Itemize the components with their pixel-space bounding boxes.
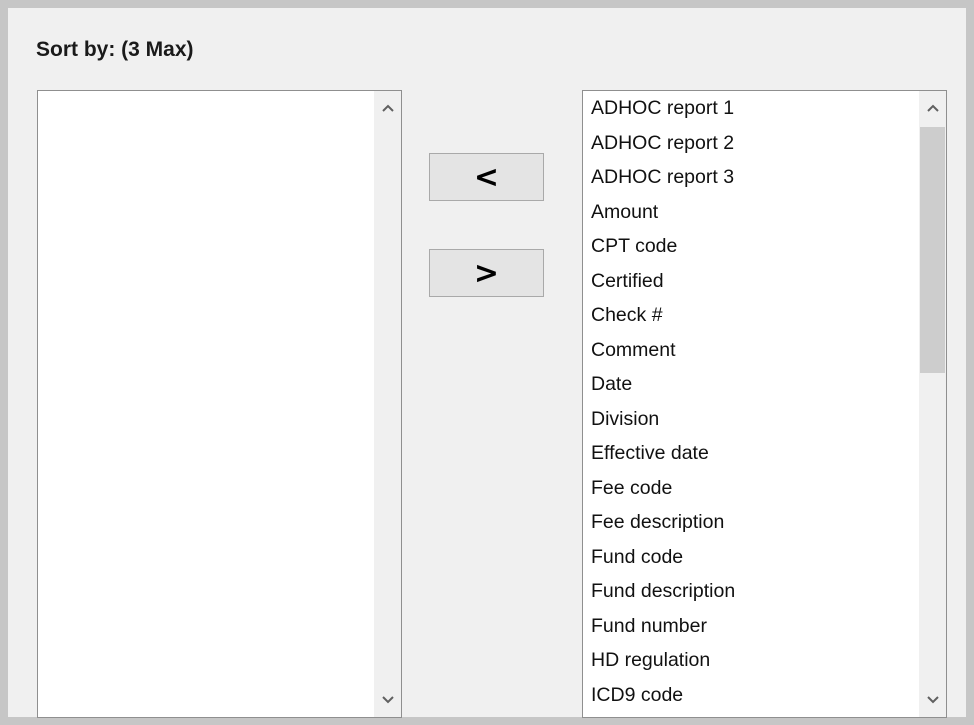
- selected-sort-fields-list[interactable]: [37, 90, 402, 718]
- list-item[interactable]: Fund number: [583, 609, 919, 644]
- scroll-down-icon[interactable]: [374, 683, 401, 717]
- selected-list-items: [38, 91, 374, 717]
- list-item[interactable]: ADHOC report 3: [583, 160, 919, 195]
- list-item[interactable]: HD regulation: [583, 643, 919, 678]
- available-list-scrollbar[interactable]: [919, 91, 946, 717]
- scroll-thumb[interactable]: [920, 127, 945, 373]
- list-item[interactable]: Fee description: [583, 505, 919, 540]
- list-item[interactable]: Comment: [583, 333, 919, 368]
- list-item[interactable]: Date: [583, 367, 919, 402]
- scroll-up-icon[interactable]: [374, 91, 401, 125]
- list-item[interactable]: Division: [583, 402, 919, 437]
- sort-by-panel: Sort by: (3 Max) < > ADHOC report 1 ADHOC…: [8, 8, 966, 718]
- scroll-down-icon[interactable]: [919, 683, 946, 717]
- list-item[interactable]: Check #: [583, 298, 919, 333]
- move-left-button[interactable]: <: [429, 153, 544, 201]
- available-sort-fields-list[interactable]: ADHOC report 1 ADHOC report 2 ADHOC report…: [582, 90, 947, 718]
- list-item[interactable]: ADHOC report 2: [583, 126, 919, 161]
- scroll-up-icon[interactable]: [919, 91, 946, 125]
- list-item[interactable]: Certified: [583, 264, 919, 299]
- list-item[interactable]: Fund code: [583, 540, 919, 575]
- available-list-items: ADHOC report 1 ADHOC report 2 ADHOC report…: [583, 91, 919, 717]
- list-item[interactable]: Fee code: [583, 471, 919, 506]
- selected-list-scrollbar[interactable]: [374, 91, 401, 717]
- list-item[interactable]: ADHOC report 1: [583, 91, 919, 126]
- panel-title: Sort by: (3 Max): [36, 38, 194, 61]
- move-right-button[interactable]: >: [429, 249, 544, 297]
- list-item[interactable]: ICD9 code: [583, 678, 919, 713]
- list-item[interactable]: Amount: [583, 195, 919, 230]
- list-item[interactable]: Effective date: [583, 436, 919, 471]
- list-item[interactable]: Fund description: [583, 574, 919, 609]
- list-item[interactable]: CPT code: [583, 229, 919, 264]
